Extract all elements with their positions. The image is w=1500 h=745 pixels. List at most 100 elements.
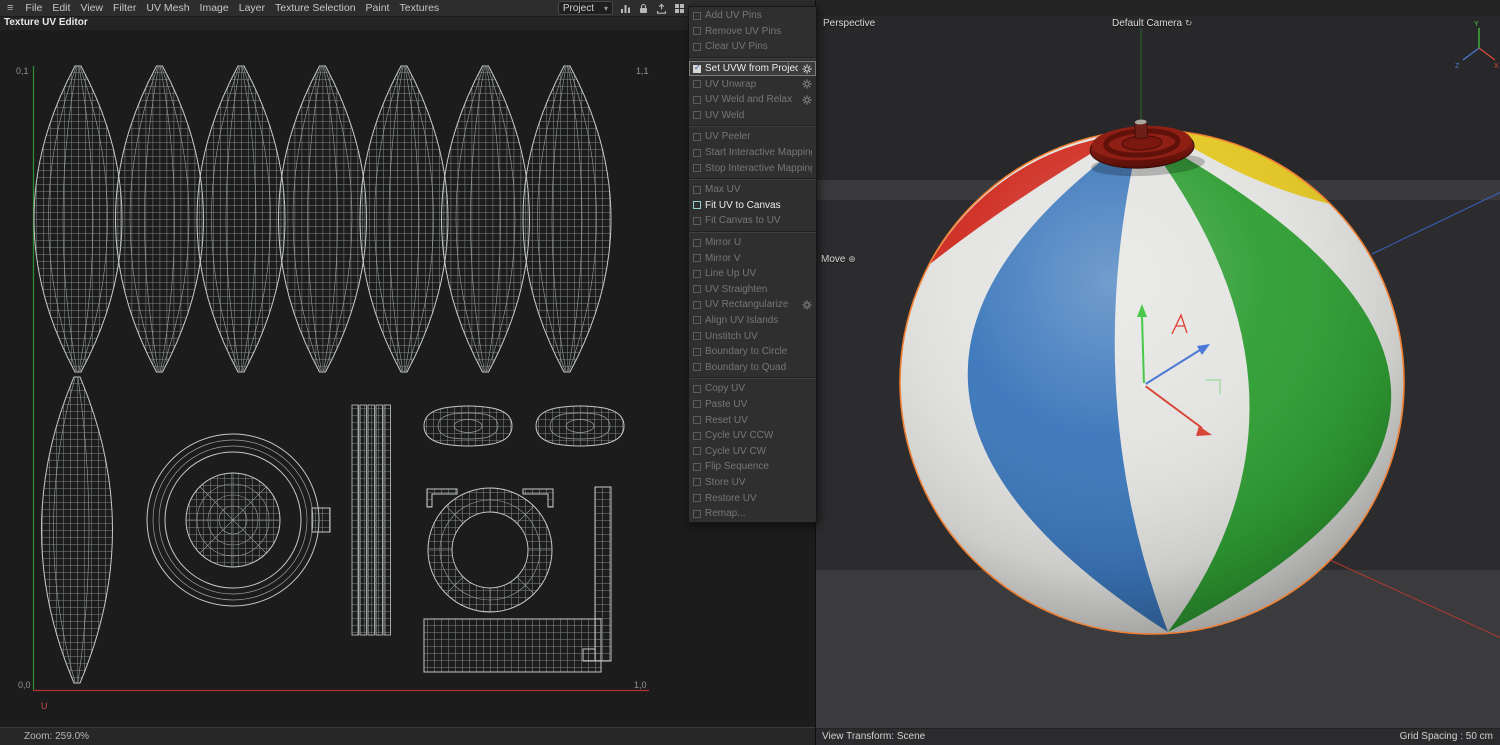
view-label[interactable]: Perspective: [823, 18, 875, 29]
beach-ball[interactable]: [900, 116, 1404, 634]
gear-icon[interactable]: [802, 95, 812, 105]
camera-label[interactable]: Default Camera ↻: [1112, 18, 1192, 29]
menu-item-label: UV Rectangularize: [705, 299, 788, 310]
menu-item-label: Remap...: [705, 508, 746, 519]
menu-item-fit-uv-to-canvas[interactable]: Fit UV to Canvas: [689, 198, 816, 214]
menu-item-mirror-v: Mirror V: [689, 250, 816, 266]
menu-item-label: Set UVW from Projection: [705, 63, 798, 74]
unstitch-icon: [693, 332, 701, 340]
boundary-circle-icon: [693, 348, 701, 356]
fit-uv-icon: [693, 201, 701, 209]
menu-item-label: Cycle UV CW: [705, 446, 766, 457]
start-mapping-icon: [693, 149, 701, 157]
store-icon: [693, 478, 701, 486]
menu-item-clear-uv-pins: Clear UV Pins: [689, 39, 816, 55]
camera-cycle-icon[interactable]: ↻: [1185, 18, 1193, 28]
menu-item-label: Boundary to Quad: [705, 362, 786, 373]
menu-item-label: Store UV: [705, 477, 746, 488]
menu-item-label: Clear UV Pins: [705, 41, 768, 52]
ball-shading: [900, 130, 1404, 634]
uv-island-strips[interactable]: [352, 405, 391, 635]
hamburger-icon[interactable]: ≡: [0, 2, 20, 14]
menu-image[interactable]: Image: [195, 2, 234, 14]
cycle-cw-icon: [693, 447, 701, 455]
menu-item-label: Fit UV to Canvas: [705, 200, 781, 211]
menu-item-set-uvw-from-projection[interactable]: Set UVW from Projection: [689, 61, 816, 77]
uv-editor-toolbar-icons: [620, 3, 685, 14]
axis-x-label: X: [1494, 63, 1499, 70]
uv-island-blobs[interactable]: [424, 406, 624, 446]
gear-icon[interactable]: [802, 300, 812, 310]
menu-item-boundary-to-circle: Boundary to Circle: [689, 344, 816, 360]
menu-item-label: Remove UV Pins: [705, 26, 781, 37]
menu-separator: [689, 377, 816, 379]
menu-texture-selection[interactable]: Texture Selection: [270, 2, 361, 14]
copy-icon: [693, 385, 701, 393]
grid-icon[interactable]: [674, 3, 685, 14]
menu-item-label: Align UV Islands: [705, 315, 778, 326]
menu-item-label: Reset UV: [705, 415, 748, 426]
menu-item-cycle-uv-cw: Cycle UV CW: [689, 443, 816, 459]
panel-title: Texture UV Editor: [4, 17, 88, 28]
stats-icon[interactable]: [620, 3, 631, 14]
flip-icon: [693, 463, 701, 471]
menu-item-remap: Remap...: [689, 506, 816, 522]
menu-uv-mesh[interactable]: UV Mesh: [141, 2, 194, 14]
axis-hud: Y Z X: [1455, 21, 1499, 70]
pin-remove-icon: [693, 27, 701, 35]
menu-item-uv-straighten: UV Straighten: [689, 282, 816, 298]
menu-item-mirror-u: Mirror U: [689, 235, 816, 251]
cycle-ccw-icon: [693, 432, 701, 440]
menu-item-label: UV Peeler: [705, 131, 751, 142]
menu-item-flip-sequence: Flip Sequence: [689, 459, 816, 475]
menu-view[interactable]: View: [75, 2, 108, 14]
uv-coord-bottom-left: 0,0: [18, 680, 31, 690]
uv-island-valve-rings[interactable]: [147, 434, 330, 606]
viewport-3d-area[interactable]: Y Z X Perspective Default Camera ↻ Move …: [816, 16, 1500, 745]
menu-item-fit-canvas-to-uv: Fit Canvas to UV: [689, 213, 816, 229]
menu-item-restore-uv: Restore UV: [689, 490, 816, 506]
menu-textures[interactable]: Textures: [394, 2, 444, 14]
menu-paint[interactable]: Paint: [361, 2, 395, 14]
valve[interactable]: [1089, 116, 1206, 178]
upload-icon[interactable]: [656, 3, 667, 14]
menu-item-boundary-to-quad: Boundary to Quad: [689, 359, 816, 375]
menu-item-uv-rectangularize: UV Rectangularize: [689, 297, 816, 313]
menu-filter[interactable]: Filter: [108, 2, 141, 14]
axis-y-label: Y: [1474, 21, 1479, 28]
gear-icon[interactable]: [802, 79, 812, 89]
uv-editor-menu-items: FileEditViewFilterUV MeshImageLayerTextu…: [20, 2, 444, 14]
menu-item-label: Unstitch UV: [705, 331, 758, 342]
stop-mapping-icon: [693, 164, 701, 172]
menu-item-uv-weld-and-relax: UV Weld and Relax: [689, 92, 816, 108]
menu-item-cycle-uv-ccw: Cycle UV CCW: [689, 428, 816, 444]
view-transform-status: View Transform: Scene: [822, 731, 925, 742]
zoom-level: Zoom: 259.0%: [24, 731, 89, 742]
menu-item-max-uv: Max UV: [689, 182, 816, 198]
menu-edit[interactable]: Edit: [47, 2, 75, 14]
menu-item-start-interactive-mapping: Start Interactive Mapping: [689, 145, 816, 161]
menu-item-unstitch-uv: Unstitch UV: [689, 328, 816, 344]
mirror-u-icon: [693, 239, 701, 247]
menu-item-stop-interactive-mapping: Stop Interactive Mapping: [689, 160, 816, 176]
menu-item-label: UV Straighten: [705, 284, 767, 295]
lock-icon[interactable]: [638, 3, 649, 14]
world-z-axis-line: [1372, 192, 1500, 254]
project-dropdown[interactable]: Project ▾: [558, 1, 613, 15]
world-x-axis-line: [1330, 560, 1500, 638]
menu-item-reset-uv: Reset UV: [689, 412, 816, 428]
uv-island-ring[interactable]: [427, 488, 553, 612]
peeler-icon: [693, 133, 701, 141]
gear-icon[interactable]: [802, 64, 812, 74]
menu-item-align-uv-islands: Align UV Islands: [689, 313, 816, 329]
menu-item-label: Stop Interactive Mapping: [705, 163, 812, 174]
menu-item-remove-uv-pins: Remove UV Pins: [689, 24, 816, 40]
menu-item-label: Add UV Pins: [705, 10, 762, 21]
uv-coord-bottom-right: 1,0: [634, 680, 647, 690]
menu-item-line-up-uv: Line Up UV: [689, 266, 816, 282]
menu-layer[interactable]: Layer: [234, 2, 270, 14]
pin-clear-icon: [693, 43, 701, 51]
menu-item-label: Mirror V: [705, 253, 741, 264]
weld-relax-icon: [693, 96, 701, 104]
menu-file[interactable]: File: [20, 2, 47, 14]
